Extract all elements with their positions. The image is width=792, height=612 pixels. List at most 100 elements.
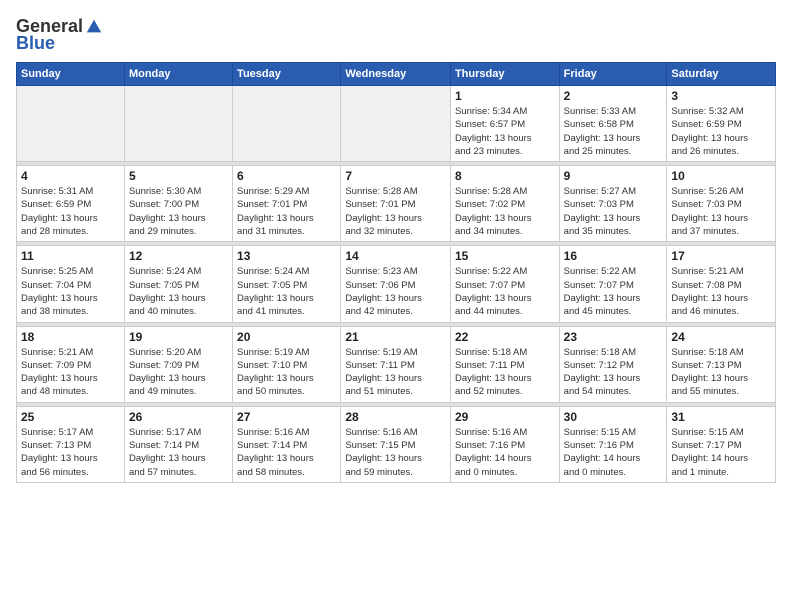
day-info: Sunrise: 5:16 AMSunset: 7:16 PMDaylight:… (455, 426, 555, 479)
calendar-body: 1 Sunrise: 5:34 AMSunset: 6:57 PMDaylight… (17, 86, 776, 483)
day-info: Sunrise: 5:15 AMSunset: 7:16 PMDaylight:… (564, 426, 663, 479)
weekday-header-cell: Wednesday (341, 63, 451, 86)
day-info: Sunrise: 5:16 AMSunset: 7:14 PMDaylight:… (237, 426, 336, 479)
calendar-cell: 22 Sunrise: 5:18 AMSunset: 7:11 PMDayligh… (450, 326, 559, 402)
day-info: Sunrise: 5:22 AMSunset: 7:07 PMDaylight:… (455, 265, 555, 318)
weekday-header-cell: Saturday (667, 63, 776, 86)
day-number: 20 (237, 330, 336, 344)
day-number: 30 (564, 410, 663, 424)
calendar-cell: 26 Sunrise: 5:17 AMSunset: 7:14 PMDayligh… (124, 406, 232, 482)
day-number: 11 (21, 249, 120, 263)
weekday-header-cell: Tuesday (233, 63, 341, 86)
weekday-header-cell: Thursday (450, 63, 559, 86)
calendar-cell: 8Sunrise: 5:28 AMSunset: 7:02 PMDaylight… (450, 166, 559, 242)
day-info: Sunrise: 5:18 AMSunset: 7:13 PMDaylight:… (671, 346, 771, 399)
day-number: 28 (345, 410, 446, 424)
logo-arrow-icon (85, 18, 103, 36)
calendar-cell: 3Sunrise: 5:32 AMSunset: 6:59 PMDaylight… (667, 86, 776, 162)
day-number: 15 (455, 249, 555, 263)
calendar-cell: 17 Sunrise: 5:21 AMSunset: 7:08 PMDayligh… (667, 246, 776, 322)
calendar-cell: 4 Sunrise: 5:31 AMSunset: 6:59 PMDaylight… (17, 166, 125, 242)
page-header: General Blue (16, 16, 776, 54)
calendar-cell: 19 Sunrise: 5:20 AMSunset: 7:09 PMDayligh… (124, 326, 232, 402)
calendar-cell: 10 Sunrise: 5:26 AMSunset: 7:03 PMDayligh… (667, 166, 776, 242)
day-number: 5 (129, 169, 228, 183)
day-info: Sunrise: 5:31 AMSunset: 6:59 PMDaylight:… (21, 185, 120, 238)
calendar-table: SundayMondayTuesdayWednesdayThursdayFrid… (16, 62, 776, 483)
calendar-cell: 27 Sunrise: 5:16 AMSunset: 7:14 PMDayligh… (233, 406, 341, 482)
calendar-cell: 2Sunrise: 5:33 AMSunset: 6:58 PMDaylight… (559, 86, 667, 162)
day-info: Sunrise: 5:33 AMSunset: 6:58 PMDaylight:… (564, 105, 663, 158)
calendar-cell: 13 Sunrise: 5:24 AMSunset: 7:05 PMDayligh… (233, 246, 341, 322)
calendar-cell: 9 Sunrise: 5:27 AMSunset: 7:03 PMDaylight… (559, 166, 667, 242)
day-info: Sunrise: 5:17 AMSunset: 7:14 PMDaylight:… (129, 426, 228, 479)
weekday-header-row: SundayMondayTuesdayWednesdayThursdayFrid… (17, 63, 776, 86)
calendar-cell: 23 Sunrise: 5:18 AMSunset: 7:12 PMDayligh… (559, 326, 667, 402)
calendar-cell: 20 Sunrise: 5:19 AMSunset: 7:10 PMDayligh… (233, 326, 341, 402)
day-number: 21 (345, 330, 446, 344)
day-info: Sunrise: 5:20 AMSunset: 7:09 PMDaylight:… (129, 346, 228, 399)
calendar-cell: 30 Sunrise: 5:15 AMSunset: 7:16 PMDayligh… (559, 406, 667, 482)
day-number: 12 (129, 249, 228, 263)
day-number: 1 (455, 89, 555, 103)
day-info: Sunrise: 5:30 AMSunset: 7:00 PMDaylight:… (129, 185, 228, 238)
day-number: 18 (21, 330, 120, 344)
calendar-cell (233, 86, 341, 162)
day-info: Sunrise: 5:22 AMSunset: 7:07 PMDaylight:… (564, 265, 663, 318)
day-number: 9 (564, 169, 663, 183)
logo-blue-text: Blue (16, 33, 55, 54)
day-number: 19 (129, 330, 228, 344)
day-number: 4 (21, 169, 120, 183)
calendar-cell (124, 86, 232, 162)
logo: General Blue (16, 16, 103, 54)
calendar-cell: 24Sunrise: 5:18 AMSunset: 7:13 PMDayligh… (667, 326, 776, 402)
day-info: Sunrise: 5:19 AMSunset: 7:10 PMDaylight:… (237, 346, 336, 399)
day-number: 29 (455, 410, 555, 424)
calendar-cell: 21Sunrise: 5:19 AMSunset: 7:11 PMDayligh… (341, 326, 451, 402)
day-number: 10 (671, 169, 771, 183)
day-number: 22 (455, 330, 555, 344)
weekday-header-cell: Sunday (17, 63, 125, 86)
day-info: Sunrise: 5:34 AMSunset: 6:57 PMDaylight:… (455, 105, 555, 158)
day-info: Sunrise: 5:21 AMSunset: 7:09 PMDaylight:… (21, 346, 120, 399)
calendar-cell: 28 Sunrise: 5:16 AMSunset: 7:15 PMDayligh… (341, 406, 451, 482)
calendar-cell: 31Sunrise: 5:15 AMSunset: 7:17 PMDayligh… (667, 406, 776, 482)
calendar-cell: 1 Sunrise: 5:34 AMSunset: 6:57 PMDaylight… (450, 86, 559, 162)
day-info: Sunrise: 5:24 AMSunset: 7:05 PMDaylight:… (237, 265, 336, 318)
calendar-cell: 18 Sunrise: 5:21 AMSunset: 7:09 PMDayligh… (17, 326, 125, 402)
calendar-cell: 7 Sunrise: 5:28 AMSunset: 7:01 PMDaylight… (341, 166, 451, 242)
day-info: Sunrise: 5:28 AMSunset: 7:01 PMDaylight:… (345, 185, 446, 238)
calendar-week-row: 4 Sunrise: 5:31 AMSunset: 6:59 PMDaylight… (17, 166, 776, 242)
calendar-cell: 6 Sunrise: 5:29 AMSunset: 7:01 PMDaylight… (233, 166, 341, 242)
calendar-cell: 25Sunrise: 5:17 AMSunset: 7:13 PMDayligh… (17, 406, 125, 482)
day-number: 13 (237, 249, 336, 263)
day-info: Sunrise: 5:18 AMSunset: 7:11 PMDaylight:… (455, 346, 555, 399)
weekday-header-cell: Monday (124, 63, 232, 86)
calendar-cell: 12Sunrise: 5:24 AMSunset: 7:05 PMDayligh… (124, 246, 232, 322)
day-number: 7 (345, 169, 446, 183)
day-number: 23 (564, 330, 663, 344)
day-info: Sunrise: 5:28 AMSunset: 7:02 PMDaylight:… (455, 185, 555, 238)
calendar-week-row: 25Sunrise: 5:17 AMSunset: 7:13 PMDayligh… (17, 406, 776, 482)
calendar-cell (17, 86, 125, 162)
calendar-cell: 16Sunrise: 5:22 AMSunset: 7:07 PMDayligh… (559, 246, 667, 322)
day-info: Sunrise: 5:18 AMSunset: 7:12 PMDaylight:… (564, 346, 663, 399)
day-number: 27 (237, 410, 336, 424)
day-info: Sunrise: 5:16 AMSunset: 7:15 PMDaylight:… (345, 426, 446, 479)
day-info: Sunrise: 5:32 AMSunset: 6:59 PMDaylight:… (671, 105, 771, 158)
day-info: Sunrise: 5:26 AMSunset: 7:03 PMDaylight:… (671, 185, 771, 238)
calendar-cell: 5 Sunrise: 5:30 AMSunset: 7:00 PMDaylight… (124, 166, 232, 242)
weekday-header-cell: Friday (559, 63, 667, 86)
day-info: Sunrise: 5:23 AMSunset: 7:06 PMDaylight:… (345, 265, 446, 318)
day-number: 6 (237, 169, 336, 183)
day-info: Sunrise: 5:25 AMSunset: 7:04 PMDaylight:… (21, 265, 120, 318)
day-info: Sunrise: 5:15 AMSunset: 7:17 PMDaylight:… (671, 426, 771, 479)
day-number: 14 (345, 249, 446, 263)
calendar-cell: 15 Sunrise: 5:22 AMSunset: 7:07 PMDayligh… (450, 246, 559, 322)
day-info: Sunrise: 5:21 AMSunset: 7:08 PMDaylight:… (671, 265, 771, 318)
calendar-week-row: 1 Sunrise: 5:34 AMSunset: 6:57 PMDaylight… (17, 86, 776, 162)
day-info: Sunrise: 5:27 AMSunset: 7:03 PMDaylight:… (564, 185, 663, 238)
day-number: 26 (129, 410, 228, 424)
day-info: Sunrise: 5:29 AMSunset: 7:01 PMDaylight:… (237, 185, 336, 238)
day-number: 17 (671, 249, 771, 263)
